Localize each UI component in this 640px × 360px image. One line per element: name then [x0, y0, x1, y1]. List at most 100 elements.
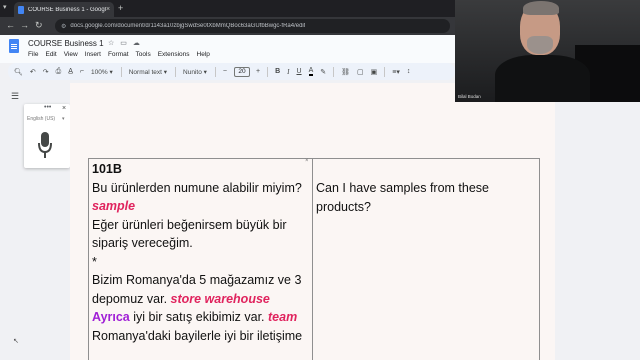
url-text: docs.google.com/document/d/1143a10zbjgSw…: [70, 23, 306, 29]
cell-line: Bu ürünlerden numune alabilir miyim?: [92, 179, 307, 198]
highlight-color-icon[interactable]: ✎: [320, 68, 326, 76]
microphone-icon[interactable]: [38, 132, 52, 160]
toolbar-divider: [120, 66, 122, 77]
cell-line: depomuz var. store warehouse: [92, 290, 307, 309]
reload-icon[interactable]: ↻: [35, 20, 43, 31]
vertical-scrollbar[interactable]: [632, 80, 640, 360]
table-column-divider[interactable]: [312, 158, 313, 360]
site-info-icon[interactable]: ⚙: [61, 23, 66, 30]
cell-line: Can I have samples from these: [316, 181, 489, 195]
table-cell-english[interactable]: Can I have samples from these products?: [316, 179, 531, 216]
cell-text: Bu ürünlerden numune alabilir miyim?: [92, 180, 302, 195]
cell-line: Romanya'daki bayilerle iyi bir iletişime: [92, 327, 307, 346]
font-size-input[interactable]: 20: [234, 66, 250, 77]
docs-logo-icon[interactable]: [9, 39, 19, 53]
star-icon[interactable]: ☆: [108, 39, 114, 47]
cell-text: Romanya'daki bayilerle iyi bir iletişime: [92, 328, 303, 343]
voice-close-icon[interactable]: ×: [62, 105, 66, 112]
tab-title: COURSE Business 1 - Google D: [28, 6, 106, 13]
menu-view[interactable]: View: [64, 51, 78, 58]
cell-text: Eğer ürünleri beğenirsem büyük bir: [92, 217, 287, 232]
cell-text: sipariş vereceğim.: [92, 236, 193, 250]
cell-line: products?: [316, 199, 371, 214]
back-icon[interactable]: ←: [6, 20, 15, 30]
font-value: Nunito: [183, 68, 202, 76]
spellcheck-icon[interactable]: A̲: [68, 68, 73, 75]
voice-menu-icon[interactable]: •••: [44, 104, 51, 111]
title-icons: ☆ ▭ ☁: [108, 39, 140, 47]
table-cell-turkish[interactable]: 101B Bu ürünlerden numune alabilir miyim?…: [92, 160, 307, 345]
cell-text: Bizim Romanya'da 5 mağazamız ve 3: [92, 273, 302, 287]
webcam-person-beard: [527, 36, 553, 54]
cell-line: 101B: [92, 160, 307, 179]
toolbar-divider: [333, 66, 335, 77]
docs-header: COURSE Business 1 ☆ ▭ ☁ File Edit View I…: [0, 35, 455, 63]
insert-image-icon[interactable]: ▣: [371, 68, 378, 76]
zoom-value: 100%: [91, 68, 108, 76]
webcam-name-label: Bilal Bodan: [458, 94, 481, 99]
add-comment-icon[interactable]: ▢: [357, 68, 364, 76]
menu-edit[interactable]: Edit: [45, 51, 56, 58]
menu-format[interactable]: Format: [108, 51, 129, 58]
webcam-person-body: [495, 55, 590, 102]
cell-text: *: [92, 254, 97, 269]
paint-format-icon[interactable]: ⌐: [80, 68, 84, 75]
search-menus-icon[interactable]: 🔍︎: [14, 68, 23, 76]
webcam-overlay: Bilal Bodan: [455, 0, 640, 102]
tab-close-icon[interactable]: ×: [106, 6, 110, 13]
underline-button[interactable]: U: [297, 68, 302, 75]
italic-button[interactable]: I: [287, 68, 289, 76]
font-select[interactable]: Nunito ▾: [183, 68, 207, 76]
cell-line: sipariş vereceğim.: [92, 234, 307, 253]
line-spacing-icon[interactable]: ↕: [407, 68, 411, 75]
cloud-status-icon[interactable]: ☁: [133, 39, 140, 47]
new-tab-icon[interactable]: +: [118, 3, 123, 13]
menu-bar: File Edit View Insert Format Tools Exten…: [28, 51, 210, 58]
cell-text: depomuz var.: [92, 291, 171, 306]
browser-tab[interactable]: COURSE Business 1 - Google D ×: [14, 2, 114, 17]
toolbar-divider: [175, 66, 177, 77]
style-value: Normal text: [128, 68, 162, 76]
cell-line: Eğer ürünleri beğenirsem büyük bir: [92, 216, 307, 235]
formatting-toolbar: 🔍︎ ↶ ↷ ⎙ A̲ ⌐ 100% ▾ Normal text ▾ Nunit…: [8, 63, 455, 80]
text-color-button[interactable]: A: [308, 67, 314, 76]
docs-favicon-icon: [18, 5, 24, 14]
cell-line: Ayrıca iyi bir satış ekibimiz var. team: [92, 308, 307, 327]
bold-button[interactable]: B: [275, 68, 280, 75]
keyword-text: Ayrıca: [92, 310, 130, 324]
lesson-heading: 101B: [92, 162, 122, 176]
cell-text: iyi bir satış ekibimiz var.: [129, 310, 268, 324]
style-select[interactable]: Normal text ▾: [129, 68, 167, 76]
redo-icon[interactable]: ↷: [43, 68, 49, 76]
toolbar-divider: [384, 66, 386, 77]
toolbar-divider: [267, 66, 269, 77]
document-title[interactable]: COURSE Business 1: [28, 39, 104, 48]
voice-typing-panel: ••• × English (US) ▾: [24, 104, 70, 168]
insert-link-icon[interactable]: ⛓: [341, 68, 350, 76]
print-icon[interactable]: ⎙: [56, 68, 62, 76]
keyword-text: sample: [92, 199, 136, 213]
menu-tools[interactable]: Tools: [136, 51, 151, 58]
voice-language-select[interactable]: English (US): [27, 116, 55, 122]
move-folder-icon[interactable]: ▭: [120, 39, 127, 47]
cell-line: sample: [92, 197, 307, 216]
decrease-font-size-button[interactable]: −: [223, 68, 227, 75]
undo-icon[interactable]: ↶: [30, 68, 36, 76]
tab-search-icon[interactable]: ▾: [3, 3, 7, 11]
keyword-text: team: [268, 310, 298, 324]
menu-extensions[interactable]: Extensions: [158, 51, 190, 58]
keyword-text: store warehouse: [170, 291, 270, 306]
mouse-pointer-icon: ↖: [13, 338, 19, 345]
forward-icon[interactable]: →: [20, 20, 29, 30]
url-input[interactable]: ⚙ docs.google.com/document/d/1143a10zbjg…: [55, 19, 450, 33]
cell-line: Bizim Romanya'da 5 mağazamız ve 3: [92, 271, 307, 290]
align-icon[interactable]: ≡▾: [392, 68, 400, 76]
increase-font-size-button[interactable]: +: [256, 68, 260, 75]
language-caret-icon[interactable]: ▾: [62, 116, 65, 122]
zoom-select[interactable]: 100% ▾: [91, 68, 113, 76]
menu-insert[interactable]: Insert: [85, 51, 101, 58]
menu-file[interactable]: File: [28, 51, 38, 58]
cell-line: *: [92, 253, 307, 272]
document-outline-icon[interactable]: ☰: [11, 91, 19, 102]
menu-help[interactable]: Help: [197, 51, 210, 58]
